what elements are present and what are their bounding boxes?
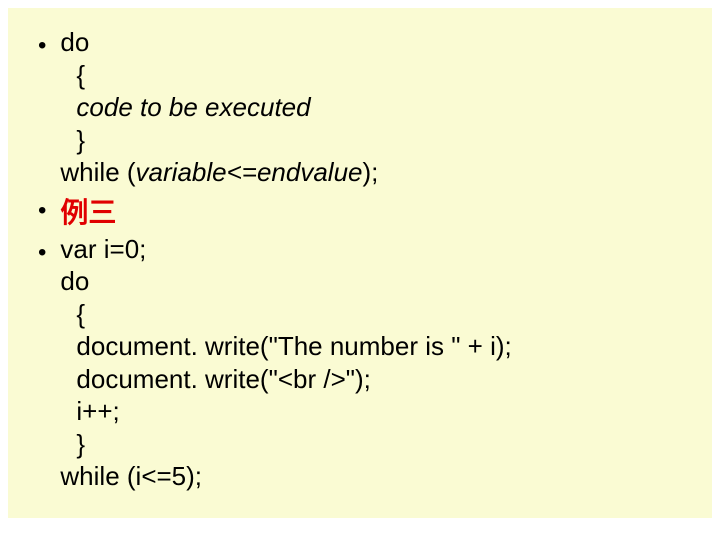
- code-line: {: [60, 298, 511, 331]
- syntax-block: do { code to be executed } while (variab…: [60, 26, 378, 189]
- bullet-item-syntax: • do { code to be executed } while (vari…: [38, 26, 682, 189]
- code-line: while (i<=5);: [60, 460, 511, 493]
- code-line: while (variable<=endvalue);: [60, 156, 378, 189]
- code-line: code to be executed: [60, 91, 378, 124]
- example-code-block: var i=0; do { document. write("The numbe…: [60, 233, 511, 493]
- bullet-icon: •: [38, 30, 46, 61]
- code-line: document. write("The number is " + i);: [60, 330, 511, 363]
- code-line: do: [60, 265, 511, 298]
- code-line: }: [60, 124, 378, 157]
- bullet-item-example: • var i=0; do { document. write("The num…: [38, 233, 682, 493]
- code-line: {: [60, 59, 378, 92]
- code-line: }: [60, 428, 511, 461]
- code-line: document. write("<br />");: [60, 363, 511, 396]
- bullet-icon: •: [38, 237, 46, 268]
- slide-content: • do { code to be executed } while (vari…: [8, 8, 712, 518]
- example-heading: 例三: [60, 191, 116, 231]
- bullet-item-heading: • 例三: [38, 191, 682, 231]
- code-line: do: [60, 26, 378, 59]
- code-line: var i=0;: [60, 233, 511, 266]
- bullet-icon: •: [38, 195, 46, 226]
- code-line: i++;: [60, 395, 511, 428]
